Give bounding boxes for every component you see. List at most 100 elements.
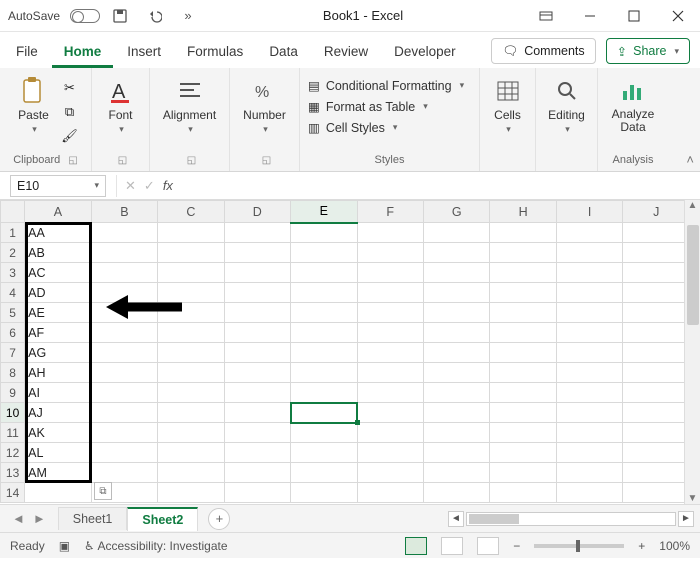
cell-F11[interactable] [357, 423, 423, 443]
cell-F13[interactable] [357, 463, 423, 483]
cell-C8[interactable] [158, 363, 224, 383]
minimize-button[interactable] [568, 0, 612, 32]
cell-I9[interactable] [556, 383, 622, 403]
ribbon-display-icon[interactable] [524, 0, 568, 32]
cell-H10[interactable] [490, 403, 556, 423]
format-painter-icon[interactable]: 🖌 [60, 126, 80, 146]
cell-J9[interactable] [623, 383, 690, 403]
cell-G9[interactable] [423, 383, 489, 403]
row-header-4[interactable]: 4 [1, 283, 25, 303]
cell-I2[interactable] [556, 243, 622, 263]
cell-J11[interactable] [623, 423, 690, 443]
cell-J2[interactable] [623, 243, 690, 263]
cell-F6[interactable] [357, 323, 423, 343]
cell-J13[interactable] [623, 463, 690, 483]
cell-J12[interactable] [623, 443, 690, 463]
cell-B6[interactable] [91, 323, 157, 343]
cell-C3[interactable] [158, 263, 224, 283]
sheet-nav-next-icon[interactable]: ► [33, 511, 46, 526]
cell-F1[interactable] [357, 223, 423, 243]
cell-H8[interactable] [490, 363, 556, 383]
cell-A11[interactable]: AK [25, 423, 91, 443]
cell-D8[interactable] [224, 363, 290, 383]
number-dropdown[interactable]: %Number▾ [243, 74, 287, 135]
hscroll-left-icon[interactable]: ◄ [448, 511, 464, 527]
cell-A2[interactable]: AB [25, 243, 91, 263]
row-header-8[interactable]: 8 [1, 363, 25, 383]
cell-C1[interactable] [158, 223, 224, 243]
tab-developer[interactable]: Developer [382, 36, 468, 68]
share-button[interactable]: ⇪ Share ▾ [606, 38, 690, 64]
col-header-H[interactable]: H [490, 201, 556, 223]
cell-D14[interactable] [224, 483, 290, 503]
collapse-ribbon-icon[interactable]: ˄ [686, 152, 694, 167]
view-normal-icon[interactable] [405, 537, 427, 555]
cell-A8[interactable]: AH [25, 363, 91, 383]
horizontal-scrollbar[interactable] [466, 512, 676, 526]
cell-C12[interactable] [158, 443, 224, 463]
zoom-slider[interactable] [534, 544, 624, 548]
cell-A7[interactable]: AG [25, 343, 91, 363]
font-dropdown[interactable]: AFont▾ [99, 74, 143, 135]
cell-G14[interactable] [423, 483, 489, 503]
cell-C14[interactable] [158, 483, 224, 503]
cell-E1[interactable] [291, 223, 357, 243]
analyze-data-button[interactable]: Analyze Data [611, 74, 655, 134]
cell-G11[interactable] [423, 423, 489, 443]
cell-I11[interactable] [556, 423, 622, 443]
cell-B10[interactable] [91, 403, 157, 423]
vertical-scrollbar[interactable]: ▲ ▼ [684, 200, 700, 504]
cell-C2[interactable] [158, 243, 224, 263]
cell-G13[interactable] [423, 463, 489, 483]
cell-E7[interactable] [291, 343, 357, 363]
cell-A10[interactable]: AJ [25, 403, 91, 423]
cell-E9[interactable] [291, 383, 357, 403]
cell-I13[interactable] [556, 463, 622, 483]
cell-A1[interactable]: AA [25, 223, 91, 243]
hscroll-thumb[interactable] [469, 514, 519, 524]
cell-G12[interactable] [423, 443, 489, 463]
cell-D11[interactable] [224, 423, 290, 443]
cell-C11[interactable] [158, 423, 224, 443]
macro-record-icon[interactable]: ▣ [59, 539, 70, 553]
row-header-11[interactable]: 11 [1, 423, 25, 443]
cell-H5[interactable] [490, 303, 556, 323]
cell-C13[interactable] [158, 463, 224, 483]
col-header-E[interactable]: E [291, 201, 357, 223]
dialog-launcher-icon[interactable]: ◱ [68, 155, 77, 166]
select-all-corner[interactable] [1, 201, 25, 223]
cell-G7[interactable] [423, 343, 489, 363]
cell-H13[interactable] [490, 463, 556, 483]
scroll-thumb[interactable] [687, 225, 699, 325]
sheet-tab-2[interactable]: Sheet2 [127, 507, 198, 531]
cell-D9[interactable] [224, 383, 290, 403]
cell-B1[interactable] [91, 223, 157, 243]
copy-icon[interactable]: ⧉ [60, 102, 80, 122]
dialog-launcher-icon[interactable]: ◱ [187, 155, 196, 166]
cell-G3[interactable] [423, 263, 489, 283]
cell-J3[interactable] [623, 263, 690, 283]
scroll-up-icon[interactable]: ▲ [688, 200, 698, 211]
cell-A13[interactable]: AM [25, 463, 91, 483]
col-header-F[interactable]: F [357, 201, 423, 223]
cell-A9[interactable]: AI [25, 383, 91, 403]
tab-data[interactable]: Data [257, 36, 310, 68]
cell-B5[interactable] [91, 303, 157, 323]
cell-D5[interactable] [224, 303, 290, 323]
cell-I6[interactable] [556, 323, 622, 343]
cell-J6[interactable] [623, 323, 690, 343]
cell-C5[interactable] [158, 303, 224, 323]
row-header-14[interactable]: 14 [1, 483, 25, 503]
cell-E14[interactable] [291, 483, 357, 503]
cell-A6[interactable]: AF [25, 323, 91, 343]
cancel-formula-icon[interactable]: ✕ [125, 178, 136, 194]
cell-F4[interactable] [357, 283, 423, 303]
cell-C6[interactable] [158, 323, 224, 343]
cell-E5[interactable] [291, 303, 357, 323]
cell-I1[interactable] [556, 223, 622, 243]
row-header-1[interactable]: 1 [1, 223, 25, 243]
comments-button[interactable]: 🗨 Comments [491, 38, 595, 64]
cell-F7[interactable] [357, 343, 423, 363]
zoom-level[interactable]: 100% [659, 539, 690, 553]
col-header-A[interactable]: A [25, 201, 91, 223]
